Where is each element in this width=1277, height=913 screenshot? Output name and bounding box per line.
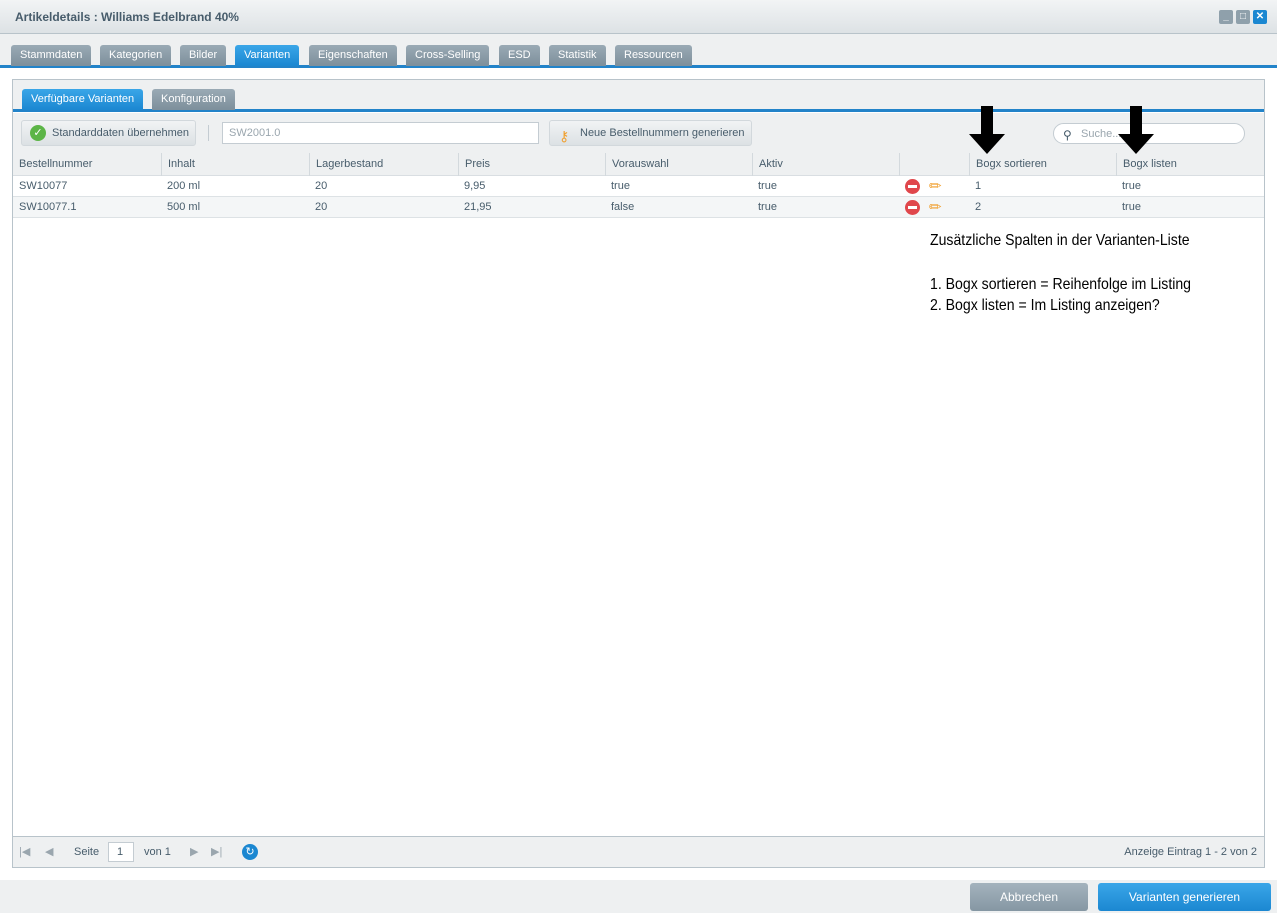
delete-icon[interactable]: [905, 179, 920, 194]
tab-varianten[interactable]: Varianten: [235, 45, 300, 66]
tab-statistik[interactable]: Statistik: [549, 45, 606, 66]
tab-stammdaten[interactable]: Stammdaten: [11, 45, 92, 66]
generate-numbers-label: Neue Bestellnummern generieren: [580, 127, 745, 139]
apply-defaults-button[interactable]: ✓ Standarddaten übernehmen: [21, 120, 196, 146]
previous-page-icon[interactable]: ◀: [45, 845, 53, 858]
column-bogx-listen[interactable]: Bogx listen: [1116, 153, 1264, 176]
cell-lagerbestand: 20: [315, 180, 328, 192]
cell-vorauswahl: true: [611, 180, 630, 192]
arrow-down-icon: [969, 106, 1005, 154]
delete-icon[interactable]: [905, 200, 920, 215]
subtab-available-variants[interactable]: Verfügbare Varianten: [22, 89, 144, 110]
last-page-icon[interactable]: ▶|: [211, 845, 222, 858]
column-inhalt[interactable]: Inhalt: [161, 153, 309, 176]
annotation-line-1: 1. Bogx sortieren = Reihenfolge im Listi…: [930, 276, 1192, 293]
cell-aktiv: true: [758, 180, 777, 192]
refresh-icon[interactable]: ↻: [242, 844, 258, 860]
pagination-bar: [13, 836, 1264, 867]
cancel-button[interactable]: Abbrechen: [970, 883, 1088, 911]
column-bestellnummer[interactable]: Bestellnummer: [13, 153, 161, 176]
tab-esd[interactable]: ESD: [499, 45, 540, 66]
tab-bilder[interactable]: Bilder: [180, 45, 227, 66]
column-actions: [899, 153, 969, 176]
column-preis[interactable]: Preis: [458, 153, 605, 176]
tab-cross-selling[interactable]: Cross-Selling: [406, 45, 490, 66]
page-label: Seite: [74, 846, 100, 858]
search-icon: ⚲: [1063, 128, 1072, 142]
arrow-down-icon: [1118, 106, 1154, 154]
annotation-heading: Zusätzliche Spalten in der Varianten-Lis…: [930, 232, 1190, 249]
tab-ressourcen[interactable]: Ressourcen: [615, 45, 692, 66]
column-aktiv[interactable]: Aktiv: [752, 153, 899, 176]
maximize-icon[interactable]: □: [1236, 10, 1250, 24]
cell-bogx-sortieren: 1: [975, 180, 982, 192]
column-bogx-sortieren[interactable]: Bogx sortieren: [969, 153, 1116, 176]
cell-aktiv: true: [758, 201, 777, 213]
page-count-label: von 1: [144, 846, 171, 858]
order-number-input[interactable]: SW2001.0: [222, 122, 539, 144]
cell-vorauswahl: false: [611, 201, 635, 213]
subtab-configuration[interactable]: Konfiguration: [152, 89, 235, 110]
column-lagerbestand[interactable]: Lagerbestand: [309, 153, 458, 176]
table-row[interactable]: [13, 197, 1264, 218]
checkmark-icon: ✓: [30, 125, 46, 141]
tab-eigenschaften[interactable]: Eigenschaften: [309, 45, 397, 66]
edit-pencil-icon[interactable]: ✏: [929, 177, 942, 195]
cell-bestellnummer: SW10077: [19, 180, 68, 192]
tab-kategorien[interactable]: Kategorien: [100, 45, 172, 66]
page-number-input[interactable]: 1: [108, 842, 134, 862]
minimize-icon[interactable]: _: [1219, 10, 1233, 24]
cell-bogx-listen: true: [1122, 201, 1141, 213]
table-row[interactable]: [13, 176, 1264, 197]
separator: [208, 125, 209, 141]
column-vorauswahl[interactable]: Vorauswahl: [605, 153, 752, 176]
cell-bestellnummer: SW10077.1: [19, 201, 77, 213]
edit-pencil-icon[interactable]: ✏: [929, 198, 942, 216]
first-page-icon[interactable]: |◀: [19, 845, 30, 858]
apply-defaults-label: Standarddaten übernehmen: [52, 127, 189, 139]
generate-numbers-button[interactable]: ⚷ Neue Bestellnummern generieren: [549, 120, 752, 146]
annotation-line-2: 2. Bogx listen = Im Listing anzeigen?: [930, 297, 1160, 314]
cell-lagerbestand: 20: [315, 201, 328, 213]
cell-inhalt: 500 ml: [167, 201, 201, 213]
pagination-summary: Anzeige Eintrag 1 - 2 von 2: [1124, 846, 1257, 858]
cell-bogx-sortieren: 2: [975, 201, 982, 213]
cell-bogx-listen: true: [1122, 180, 1141, 192]
key-icon: ⚷: [559, 128, 570, 144]
window-title: Artikeldetails : Williams Edelbrand 40%: [15, 10, 239, 24]
cell-preis: 21,95: [464, 201, 492, 213]
next-page-icon[interactable]: ▶: [190, 845, 198, 858]
close-icon[interactable]: ✕: [1253, 10, 1267, 24]
cell-inhalt: 200 ml: [167, 180, 201, 192]
cell-preis: 9,95: [464, 180, 486, 192]
generate-variants-button[interactable]: Varianten generieren: [1098, 883, 1271, 911]
